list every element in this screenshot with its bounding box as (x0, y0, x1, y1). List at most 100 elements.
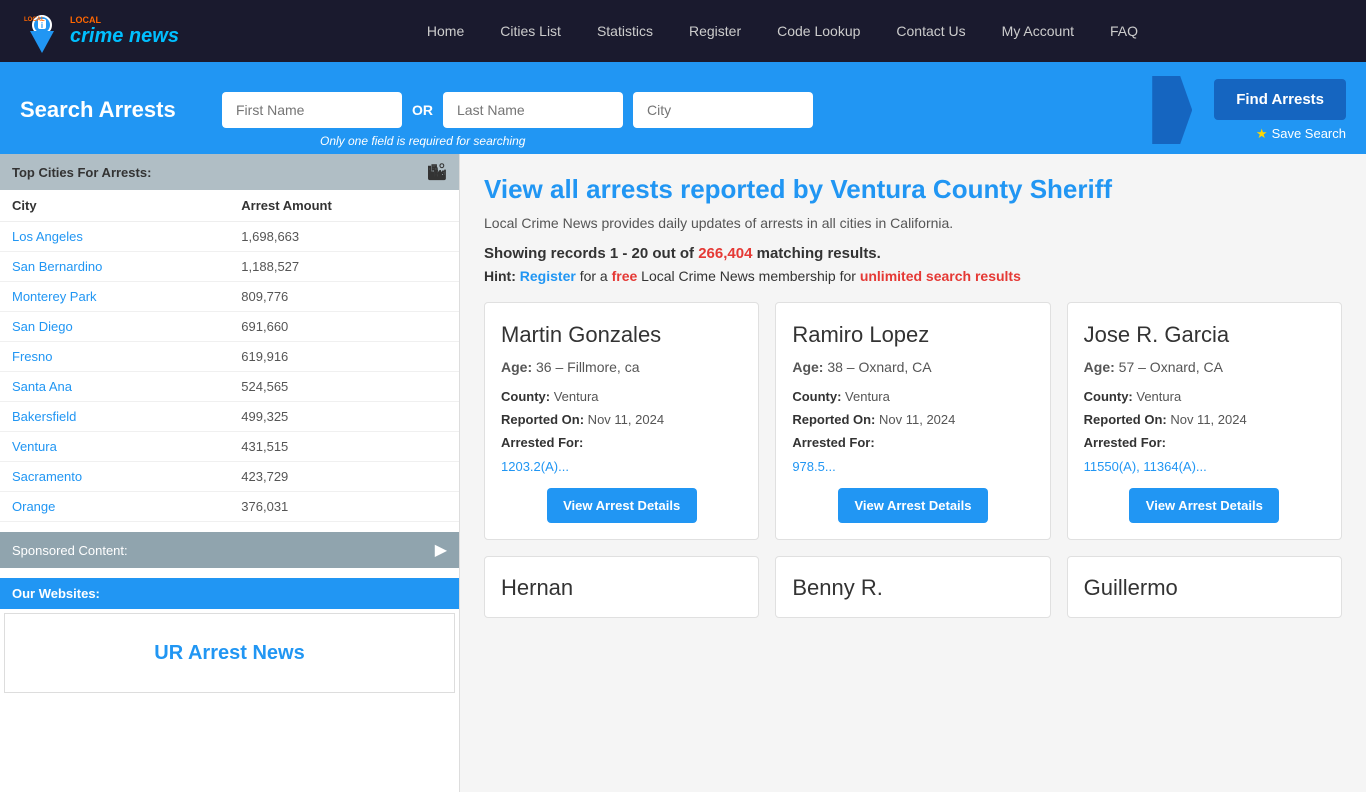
city-count: 431,515 (229, 432, 459, 462)
view-arrest-details-button[interactable]: View Arrest Details (547, 488, 697, 523)
card-code[interactable]: 978.5... (792, 459, 835, 474)
card-details: County: Ventura Reported On: Nov 11, 202… (1084, 385, 1325, 479)
city-link[interactable]: Orange (12, 499, 55, 514)
or-label: OR (412, 102, 433, 118)
table-row: Fresno 619,916 (0, 342, 459, 372)
arrest-card: Ramiro Lopez Age: 38 – Oxnard, CA County… (775, 302, 1050, 540)
logo-text: crime news (70, 25, 179, 48)
city-count: 1,188,527 (229, 252, 459, 282)
nav-contact-us[interactable]: Contact Us (878, 3, 983, 59)
search-right: Find Arrests ★ Save Search (1204, 79, 1346, 142)
top-cities-title: Top Cities For Arrests: 🏙 (0, 154, 459, 190)
ur-arrest-news-title[interactable]: UR Arrest News (154, 642, 304, 665)
sidebar: Top Cities For Arrests: 🏙 City Arrest Am… (0, 154, 460, 792)
card-age: Age: 36 – Fillmore, ca (501, 359, 742, 375)
view-arrest-details-button[interactable]: View Arrest Details (1129, 488, 1279, 523)
sponsored-section: Sponsored Content: ▶ (0, 532, 459, 568)
card-details: County: Ventura Reported On: Nov 11, 202… (501, 385, 742, 479)
table-row: Bakersfield 499,325 (0, 402, 459, 432)
register-link[interactable]: Register (520, 268, 576, 284)
arrest-card: Jose R. Garcia Age: 57 – Oxnard, CA Coun… (1067, 302, 1342, 540)
results-info: Showing records 1 - 20 out of 266,404 ma… (484, 245, 1342, 262)
city-link[interactable]: San Bernardino (12, 259, 102, 274)
table-row: Monterey Park 809,776 (0, 282, 459, 312)
page-subtext: Local Crime News provides daily updates … (484, 215, 1342, 231)
arrest-card: Martin Gonzales Age: 36 – Fillmore, ca C… (484, 302, 759, 540)
card-code[interactable]: 1203.2(A)... (501, 459, 569, 474)
find-arrests-button[interactable]: Find Arrests (1214, 79, 1346, 120)
city-count: 376,031 (229, 492, 459, 522)
our-websites-section: Our Websites: (0, 578, 459, 609)
results-range: 1 - 20 (610, 245, 648, 262)
city-count: 499,325 (229, 402, 459, 432)
city-link[interactable]: Monterey Park (12, 289, 97, 304)
city-count: 619,916 (229, 342, 459, 372)
nav-home[interactable]: Home (409, 3, 482, 59)
search-inputs: OR (222, 92, 1130, 128)
city-count: 809,776 (229, 282, 459, 312)
city-link[interactable]: Sacramento (12, 469, 82, 484)
arrest-card-partial: Guillermo (1067, 556, 1342, 618)
city-input[interactable] (633, 92, 813, 128)
card-name: Jose R. Garcia (1084, 321, 1325, 349)
last-name-input[interactable] (443, 92, 623, 128)
play-icon: ▶ (435, 540, 447, 560)
card-age: Age: 38 – Oxnard, CA (792, 359, 1033, 375)
table-row: Ventura 431,515 (0, 432, 459, 462)
nav-my-account[interactable]: My Account (984, 3, 1092, 59)
unlimited-label: unlimited search results (860, 268, 1021, 284)
building-icon: 🏙 (427, 162, 447, 182)
card-name: Ramiro Lopez (792, 321, 1033, 349)
city-link[interactable]: Fresno (12, 349, 52, 364)
free-label: free (612, 268, 638, 284)
logo-local-label: LOCAL (70, 15, 179, 25)
city-link[interactable]: San Diego (12, 319, 73, 334)
star-icon: ★ (1256, 126, 1268, 142)
arrow-divider (1152, 76, 1192, 144)
view-arrest-details-button[interactable]: View Arrest Details (838, 488, 988, 523)
partial-card-name: Guillermo (1084, 575, 1325, 601)
nav-cities-list[interactable]: Cities List (482, 3, 579, 59)
save-search-button[interactable]: ★ Save Search (1256, 126, 1346, 142)
table-row: Los Angeles 1,698,663 (0, 222, 459, 252)
search-title: Search Arrests (20, 97, 210, 123)
first-name-input[interactable] (222, 92, 402, 128)
city-count: 691,660 (229, 312, 459, 342)
nav-faq[interactable]: FAQ (1092, 3, 1156, 59)
logo[interactable]: i LOCAL LOCAL crime news (20, 9, 179, 53)
city-count: 524,565 (229, 372, 459, 402)
nav-links: Home Cities List Statistics Register Cod… (219, 3, 1346, 59)
nav-statistics[interactable]: Statistics (579, 3, 671, 59)
table-row: San Diego 691,660 (0, 312, 459, 342)
city-link[interactable]: Los Angeles (12, 229, 83, 244)
col-city: City (0, 190, 229, 222)
nav-code-lookup[interactable]: Code Lookup (759, 3, 878, 59)
results-total: 266,404 (698, 245, 752, 262)
city-count: 1,698,663 (229, 222, 459, 252)
table-row: San Bernardino 1,188,527 (0, 252, 459, 282)
table-row: Orange 376,031 (0, 492, 459, 522)
cards-row-1: Martin Gonzales Age: 36 – Fillmore, ca C… (484, 302, 1342, 540)
content-area: View all arrests reported by Ventura Cou… (460, 154, 1366, 792)
ur-arrest-news-box: UR Arrest News (4, 613, 455, 693)
table-row: Sacramento 423,729 (0, 462, 459, 492)
showing-label: Showing records (484, 245, 610, 262)
page-heading: View all arrests reported by Ventura Cou… (484, 174, 1342, 205)
nav-register[interactable]: Register (671, 3, 759, 59)
card-details: County: Ventura Reported On: Nov 11, 202… (792, 385, 1033, 479)
city-link[interactable]: Bakersfield (12, 409, 76, 424)
search-hint: Only one field is required for searching (320, 134, 525, 148)
hint-text: Hint: Register for a free Local Crime Ne… (484, 268, 1342, 284)
table-row: Santa Ana 524,565 (0, 372, 459, 402)
card-age: Age: 57 – Oxnard, CA (1084, 359, 1325, 375)
partial-card-name: Benny R. (792, 575, 1033, 601)
main-content: Top Cities For Arrests: 🏙 City Arrest Am… (0, 154, 1366, 792)
arrest-card-partial: Hernan (484, 556, 759, 618)
city-count: 423,729 (229, 462, 459, 492)
navbar: i LOCAL LOCAL crime news Home Cities Lis… (0, 0, 1366, 62)
city-link[interactable]: Ventura (12, 439, 57, 454)
card-code[interactable]: 11550(A), 11364(A)... (1084, 459, 1207, 474)
arrest-card-partial: Benny R. (775, 556, 1050, 618)
city-link[interactable]: Santa Ana (12, 379, 72, 394)
col-arrest-amount: Arrest Amount (229, 190, 459, 222)
